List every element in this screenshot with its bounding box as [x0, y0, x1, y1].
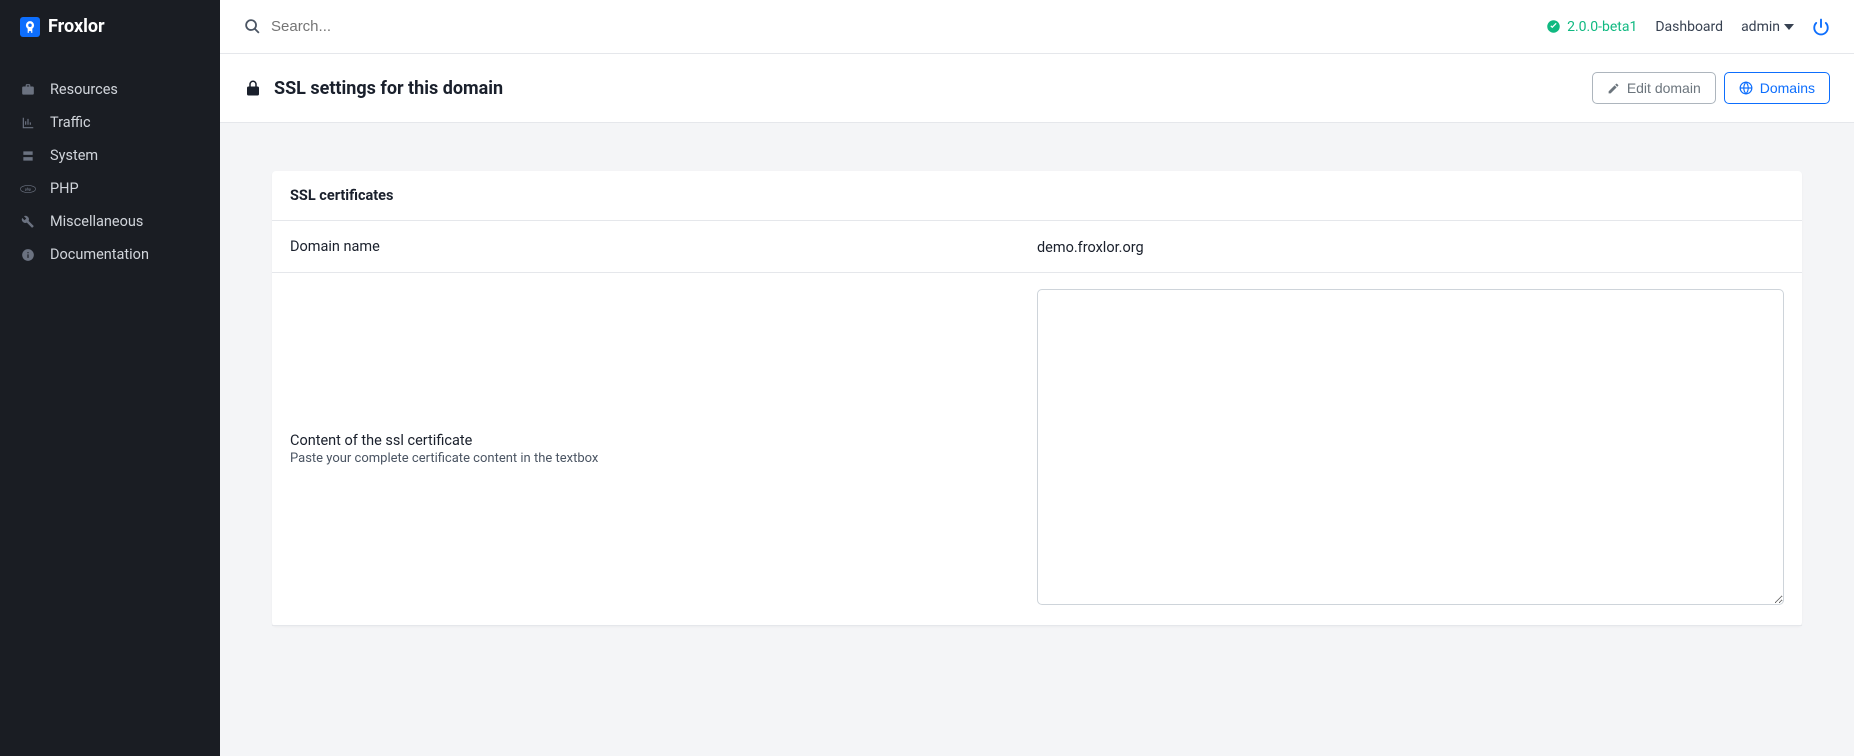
sidebar-item-label: Traffic — [50, 114, 91, 131]
dashboard-link[interactable]: Dashboard — [1655, 19, 1723, 35]
svg-text:php: php — [25, 187, 31, 191]
sidebar-item-label: Documentation — [50, 246, 149, 263]
caret-down-icon — [1784, 24, 1794, 30]
wrench-icon — [20, 215, 36, 229]
check-circle-icon — [1546, 19, 1561, 34]
domain-name-value: demo.froxlor.org — [1037, 239, 1144, 256]
brand-logo[interactable]: Froxlor — [0, 0, 220, 53]
brand-name: Froxlor — [48, 16, 105, 37]
sidebar-item-label: Resources — [50, 81, 118, 98]
sidebar-item-documentation[interactable]: Documentation — [0, 238, 220, 271]
ssl-cert-label: Content of the ssl certificate — [290, 432, 1037, 449]
domains-label: Domains — [1760, 80, 1815, 96]
pencil-icon — [1607, 82, 1620, 95]
search-wrap — [244, 18, 1546, 35]
search-input[interactable] — [271, 18, 571, 35]
page-title: SSL settings for this domain — [274, 78, 503, 99]
ssl-certificates-card: SSL certificates Domain name demo.froxlo… — [272, 171, 1802, 626]
sidebar-item-php[interactable]: php PHP — [0, 172, 220, 205]
topbar: 2.0.0-beta1 Dashboard admin — [220, 0, 1854, 54]
edit-domain-label: Edit domain — [1627, 80, 1701, 96]
version-text: 2.0.0-beta1 — [1567, 19, 1637, 35]
domain-name-row: Domain name demo.froxlor.org — [272, 221, 1802, 273]
version-badge[interactable]: 2.0.0-beta1 — [1546, 19, 1637, 35]
sidebar: Froxlor Resources Traffic System php PHP — [0, 0, 220, 756]
page-header: SSL settings for this domain Edit domain… — [220, 54, 1854, 123]
chart-icon — [20, 116, 36, 130]
user-name: admin — [1741, 19, 1780, 35]
sidebar-item-system[interactable]: System — [0, 139, 220, 172]
search-icon — [244, 18, 261, 35]
ssl-cert-row: Content of the ssl certificate Paste you… — [272, 273, 1802, 626]
sidebar-item-miscellaneous[interactable]: Miscellaneous — [0, 205, 220, 238]
domain-name-label: Domain name — [290, 238, 1037, 255]
card-header: SSL certificates — [272, 171, 1802, 221]
topbar-right: 2.0.0-beta1 Dashboard admin — [1546, 18, 1830, 36]
main: 2.0.0-beta1 Dashboard admin SSL settings… — [220, 0, 1854, 756]
server-icon — [20, 149, 36, 163]
sidebar-item-label: System — [50, 147, 98, 164]
sidebar-item-traffic[interactable]: Traffic — [0, 106, 220, 139]
content: SSL certificates Domain name demo.froxlo… — [220, 123, 1854, 674]
domains-button[interactable]: Domains — [1724, 72, 1830, 104]
lock-icon — [244, 79, 262, 97]
sidebar-item-resources[interactable]: Resources — [0, 73, 220, 106]
sidebar-nav: Resources Traffic System php PHP Miscell… — [0, 73, 220, 271]
briefcase-icon — [20, 83, 36, 97]
edit-domain-button[interactable]: Edit domain — [1592, 72, 1716, 104]
user-dropdown[interactable]: admin — [1741, 19, 1794, 35]
power-icon[interactable] — [1812, 18, 1830, 36]
info-icon — [20, 248, 36, 262]
sidebar-item-label: PHP — [50, 180, 79, 197]
froxlor-icon — [20, 17, 40, 37]
globe-icon — [1739, 81, 1753, 95]
sidebar-item-label: Miscellaneous — [50, 213, 143, 230]
php-icon: php — [20, 183, 36, 195]
ssl-cert-textarea[interactable] — [1037, 289, 1784, 605]
ssl-cert-help: Paste your complete certificate content … — [290, 451, 1037, 466]
